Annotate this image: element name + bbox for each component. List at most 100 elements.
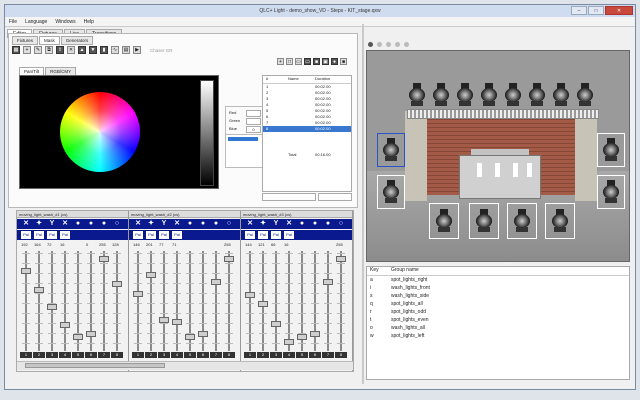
fader-knob[interactable] — [34, 286, 44, 293]
moving-head-fixture[interactable] — [407, 83, 427, 107]
camera-icon[interactable] — [368, 42, 373, 47]
close-button[interactable]: ✕ — [605, 6, 633, 15]
palette-button[interactable]: Pal — [245, 231, 255, 239]
subtab-generators[interactable]: Generators — [60, 36, 94, 45]
palette-button[interactable]: Pal — [60, 231, 70, 239]
upload-icon[interactable]: ⇪ — [56, 46, 64, 54]
channel-fader[interactable]: 3 — [270, 251, 282, 358]
fader-knob[interactable] — [86, 330, 96, 337]
color-dot-icon[interactable]: ● — [99, 220, 109, 228]
fader-knob[interactable] — [245, 292, 255, 299]
group-row[interactable]: t spot_lights_even — [367, 316, 629, 324]
minimize-button[interactable]: – — [571, 6, 587, 15]
channel-fader[interactable]: 8 — [111, 251, 123, 358]
moving-head-fixture[interactable] — [381, 180, 401, 204]
luminance-slider[interactable] — [200, 80, 214, 186]
palette-button[interactable]: Pal — [146, 231, 156, 239]
fader-knob[interactable] — [172, 318, 182, 325]
record-icon[interactable]: ● — [331, 58, 338, 65]
channel-fader[interactable]: 1 — [244, 251, 256, 358]
palette-button[interactable]: Pal — [34, 231, 44, 239]
menu-help[interactable]: Help — [84, 19, 94, 25]
fixture-box[interactable] — [545, 203, 575, 239]
y-icon[interactable]: Y — [159, 220, 169, 228]
x-icon[interactable]: ✕ — [60, 220, 70, 228]
delete-icon[interactable]: ✕ — [67, 46, 75, 54]
color-wheel[interactable] — [60, 92, 140, 172]
channel-fader[interactable]: 5 — [184, 251, 196, 358]
fader-knob[interactable] — [336, 255, 346, 262]
move-up-icon[interactable]: ▲ — [78, 46, 86, 54]
chart-icon[interactable]: ∿ — [111, 46, 119, 54]
fixture-box[interactable] — [507, 203, 537, 239]
fader-knob[interactable] — [258, 300, 268, 307]
move-down-icon[interactable]: ▼ — [89, 46, 97, 54]
horizontal-scrollbar[interactable] — [17, 361, 353, 370]
color-dot-icon[interactable]: ● — [323, 220, 333, 228]
fader-knob[interactable] — [198, 330, 208, 337]
menu-file[interactable]: File — [9, 19, 17, 25]
y-icon[interactable]: Y — [271, 220, 281, 228]
scrollbar-thumb[interactable] — [25, 363, 165, 368]
palette-button[interactable]: Pal — [271, 231, 281, 239]
light-icon[interactable]: ○ — [224, 220, 234, 228]
group-row[interactable]: w spot_lights_left — [367, 332, 629, 340]
cue-row-selected[interactable]: 8 00:02.00 — [263, 126, 351, 132]
channel-fader[interactable]: 4 — [171, 251, 183, 358]
shutter-icon[interactable]: ✕ — [133, 220, 143, 228]
subtab-fixtures[interactable]: Fixtures — [12, 36, 39, 45]
stage-3d-view[interactable] — [366, 50, 630, 262]
document-icon[interactable]: ▭ — [295, 58, 302, 65]
light-icon[interactable]: ○ — [336, 220, 346, 228]
fader-knob[interactable] — [185, 333, 195, 340]
fixture-box[interactable] — [597, 133, 625, 167]
moving-head-fixture[interactable] — [434, 209, 454, 233]
moving-head-fixture[interactable] — [512, 209, 532, 233]
moving-head-fixture[interactable] — [474, 209, 494, 233]
play-icon[interactable]: ▶ — [133, 46, 141, 54]
channel-fader[interactable]: 6 — [85, 251, 97, 358]
view-dot-icon[interactable] — [377, 42, 382, 47]
fader-knob[interactable] — [60, 321, 70, 328]
palette-button[interactable]: Pal — [133, 231, 143, 239]
channel-fader[interactable]: 2 — [145, 251, 157, 358]
channel-fader[interactable]: 7 — [210, 251, 222, 358]
color-dot-icon[interactable]: ● — [297, 220, 307, 228]
group-row[interactable]: r spot_lights_odd — [367, 308, 629, 316]
palette-button[interactable]: Pal — [159, 231, 169, 239]
palette-button[interactable]: Pal — [172, 231, 182, 239]
blue-input[interactable]: 0 — [246, 126, 261, 133]
shutter-icon[interactable]: ✕ — [21, 220, 31, 228]
palette-button[interactable]: Pal — [284, 231, 294, 239]
x-icon[interactable]: ✕ — [172, 220, 182, 228]
cue-name-field[interactable] — [262, 193, 316, 201]
channel-fader[interactable]: 5 — [72, 251, 84, 358]
fader-knob[interactable] — [297, 333, 307, 340]
menu-windows[interactable]: Windows — [55, 19, 75, 25]
gobo-icon[interactable]: ✦ — [146, 220, 156, 228]
light-icon[interactable]: ○ — [112, 220, 122, 228]
channel-fader[interactable]: 4 — [283, 251, 295, 358]
fader-knob[interactable] — [21, 267, 31, 274]
moving-head-fixture[interactable] — [479, 83, 499, 107]
color-dot-icon[interactable]: ● — [86, 220, 96, 228]
channel-fader[interactable]: 5 — [296, 251, 308, 358]
color-swatch[interactable] — [228, 137, 258, 141]
menu-language[interactable]: Language — [25, 19, 47, 25]
y-icon[interactable]: Y — [47, 220, 57, 228]
view-dot-icon[interactable] — [404, 42, 409, 47]
fader-knob[interactable] — [323, 279, 333, 286]
channel-fader[interactable]: 2 — [33, 251, 45, 358]
fixture-box[interactable] — [429, 203, 459, 239]
scene-icon[interactable]: ▤ — [122, 46, 130, 54]
fader-knob[interactable] — [284, 339, 294, 346]
fader-knob[interactable] — [99, 255, 109, 262]
color-dot-icon[interactable]: ● — [211, 220, 221, 228]
channel-fader[interactable]: 8 — [223, 251, 235, 358]
group-row[interactable]: o wash_lights_all — [367, 324, 629, 332]
red-input[interactable] — [246, 110, 261, 117]
screen-icon[interactable]: ▭ — [304, 58, 311, 65]
x-icon[interactable]: ✕ — [284, 220, 294, 228]
group-row[interactable]: i wash_lights_front — [367, 284, 629, 292]
view-dot-icon[interactable] — [386, 42, 391, 47]
